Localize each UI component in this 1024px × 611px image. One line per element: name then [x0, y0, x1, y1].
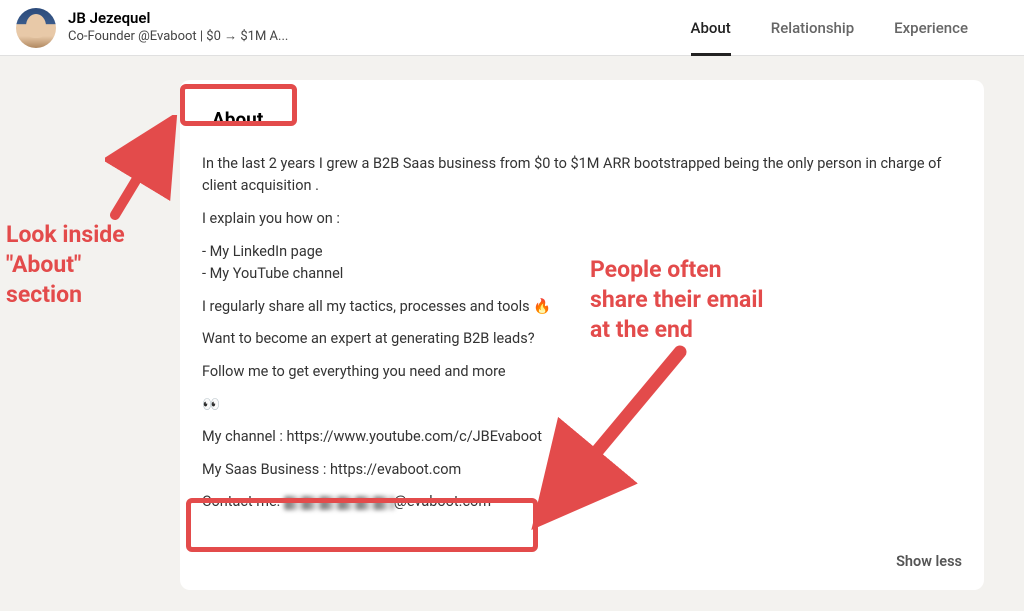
about-line: Follow me to get everything you need and…: [202, 361, 962, 383]
about-line: In the last 2 years I grew a B2B Saas bu…: [202, 153, 962, 198]
profile-header: JB Jezequel Co-Founder @Evaboot | $0 → $…: [0, 0, 1024, 56]
about-line: [202, 286, 962, 296]
annotation-left: Look inside "About" section: [6, 220, 125, 310]
about-line: [202, 351, 962, 361]
tab-relationship[interactable]: Relationship: [771, 0, 854, 55]
about-title: About: [202, 104, 273, 135]
about-line: [202, 481, 962, 491]
about-line: [202, 416, 962, 426]
avatar[interactable]: [16, 8, 56, 48]
about-line: - My YouTube channel: [202, 263, 962, 285]
nav-tabs: About Relationship Experience: [691, 0, 1008, 55]
about-line: [202, 231, 962, 241]
about-contact-line: Contact me: @evaboot.com: [202, 491, 962, 513]
contact-suffix: @evaboot.com: [394, 493, 491, 510]
annotation-right: People often share their email at the en…: [590, 255, 764, 345]
tab-about[interactable]: About: [691, 0, 731, 55]
redacted-email-local: [284, 496, 394, 510]
about-line: [202, 198, 962, 208]
about-line: My channel : https://www.youtube.com/c/J…: [202, 426, 962, 448]
about-body: In the last 2 years I grew a B2B Saas bu…: [202, 153, 962, 514]
about-line: My Saas Business : https://evaboot.com: [202, 459, 962, 481]
about-line: I regularly share all my tactics, proces…: [202, 296, 962, 318]
about-line: [202, 318, 962, 328]
profile-name[interactable]: JB Jezequel: [68, 9, 288, 29]
profile-headline: Co-Founder @Evaboot | $0 → $1M A...: [68, 29, 288, 46]
tab-label: About: [691, 19, 731, 37]
about-line: I explain you how on :: [202, 208, 962, 230]
arrow-icon: [105, 115, 185, 225]
about-line: Want to become an expert at generating B…: [202, 328, 962, 350]
about-card: About In the last 2 years I grew a B2B S…: [180, 80, 984, 590]
tab-label: Experience: [894, 19, 968, 37]
about-line: - My LinkedIn page: [202, 241, 962, 263]
profile-info: JB Jezequel Co-Founder @Evaboot | $0 → $…: [68, 9, 288, 45]
about-line: 👀: [202, 394, 962, 416]
avatar-face: [26, 14, 46, 38]
contact-prefix: Contact me:: [202, 493, 284, 510]
show-less-button[interactable]: Show less: [896, 553, 962, 570]
about-line: [202, 449, 962, 459]
tab-experience[interactable]: Experience: [894, 0, 968, 55]
tab-label: Relationship: [771, 19, 854, 37]
about-line: [202, 383, 962, 393]
